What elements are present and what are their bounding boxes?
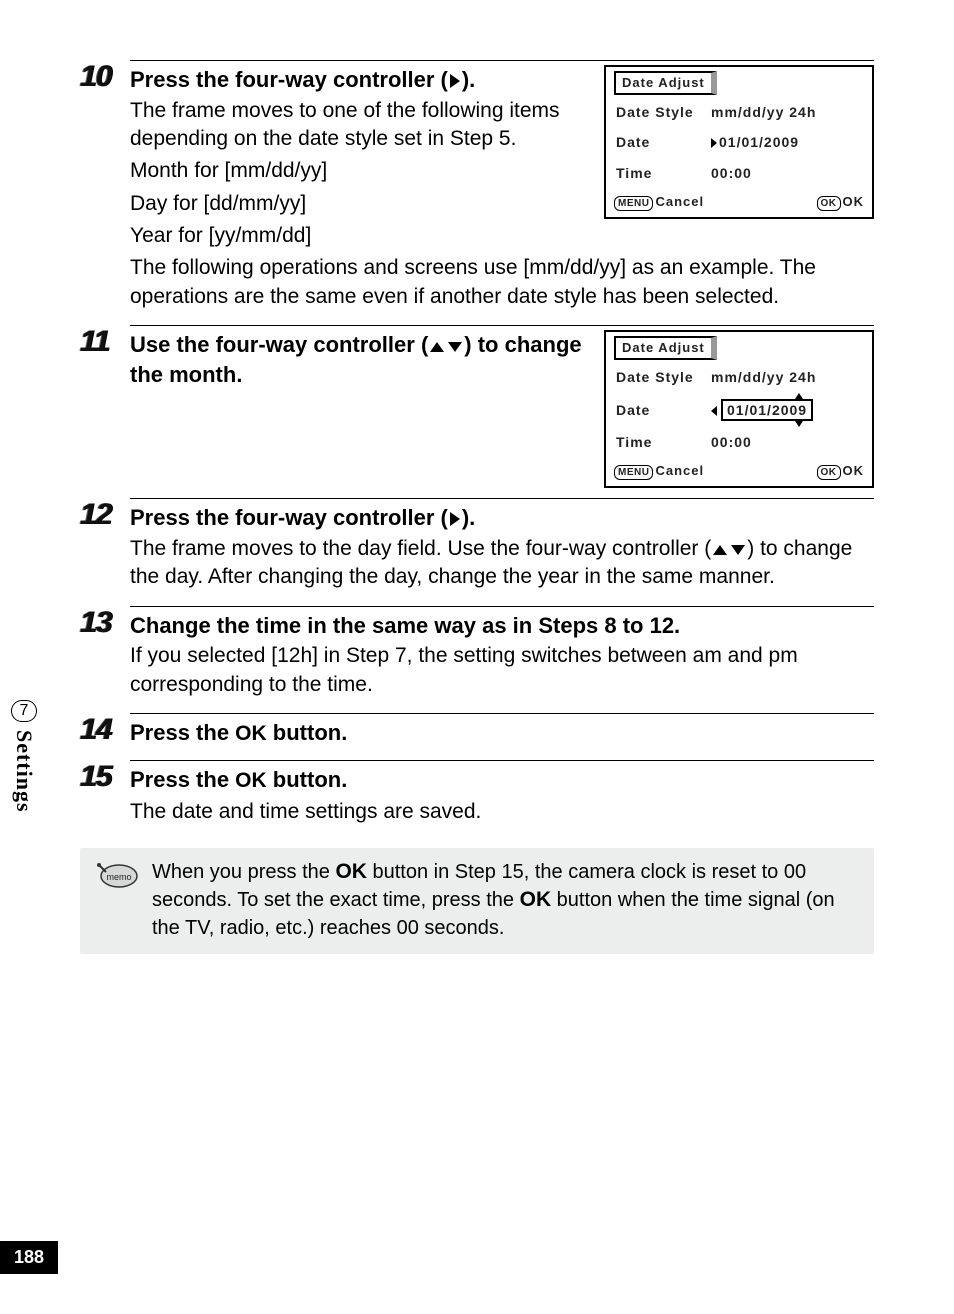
- lcd-date-label: Date: [616, 133, 711, 152]
- ok-label: OK: [235, 769, 267, 792]
- step-list-item: Year for [yy/mm/dd]: [130, 222, 874, 250]
- lcd-date-style-value: mm/dd/yy 24h: [711, 368, 862, 387]
- step-text: If you selected [12h] in Step 7, the set…: [130, 642, 874, 699]
- step-title: Press the OK button.: [130, 718, 874, 748]
- down-arrow-icon: [731, 545, 745, 555]
- step-text: The frame moves to the day field. Use th…: [130, 535, 874, 592]
- cursor-left-icon: [711, 401, 719, 420]
- step-number: 13: [80, 606, 130, 703]
- step-title: Press the four-way controller ().: [130, 503, 874, 533]
- down-arrow-icon: [448, 342, 462, 352]
- lcd-ok: OKOK: [817, 193, 865, 211]
- step-text: The date and time settings are saved.: [130, 798, 874, 826]
- lcd-time-label: Time: [616, 164, 711, 183]
- up-arrow-icon: [713, 545, 727, 555]
- step-11: 11 Use the four-way controller () to cha…: [80, 325, 874, 488]
- lcd-date-style-label: Date Style: [616, 368, 711, 387]
- step-number: 15: [80, 760, 130, 830]
- memo-text: When you press the OK button in Step 15,…: [152, 858, 860, 942]
- step-15: 15 Press the OK button. The date and tim…: [80, 760, 874, 830]
- step-text: The following operations and screens use…: [130, 254, 874, 311]
- step-title: Press the OK button.: [130, 765, 874, 795]
- memo-icon: memo: [94, 858, 140, 942]
- lcd-date-value: 01/01/2009: [711, 133, 862, 152]
- menu-button-icon: MENU: [614, 196, 653, 211]
- lcd-time-value: 00:00: [711, 433, 862, 452]
- right-arrow-icon: [450, 512, 460, 526]
- lcd-ok: OKOK: [817, 462, 865, 480]
- step-number: 12: [80, 498, 130, 595]
- step-number: 14: [80, 713, 130, 750]
- lcd-screen-step11: Date Adjust Date Style mm/dd/yy 24h Date: [604, 330, 874, 488]
- lcd-date-style-label: Date Style: [616, 103, 711, 122]
- ok-button-icon: OK: [817, 196, 841, 211]
- up-caret-icon: [795, 393, 803, 399]
- step-13: 13 Change the time in the same way as in…: [80, 606, 874, 703]
- step-10: 10 Date Adjust Date Style mm/dd/yy 24h D…: [80, 60, 874, 315]
- ok-label: OK: [335, 860, 367, 883]
- ok-button-icon: OK: [817, 465, 841, 480]
- step-title: Change the time in the same way as in St…: [130, 611, 874, 641]
- lcd-cancel: MENUCancel: [614, 462, 704, 480]
- lcd-date-value: 01/01/2009: [711, 399, 862, 422]
- lcd-time-value: 00:00: [711, 164, 862, 183]
- step-title: Use the four-way controller () to change…: [130, 330, 592, 389]
- lcd-title: Date Adjust: [614, 336, 717, 360]
- lcd-cancel: MENUCancel: [614, 193, 704, 211]
- lcd-title: Date Adjust: [614, 71, 717, 95]
- up-arrow-icon: [430, 342, 444, 352]
- menu-button-icon: MENU: [614, 465, 653, 480]
- page-number: 188: [0, 1241, 58, 1274]
- down-caret-icon: [795, 421, 803, 427]
- cursor-right-icon: [711, 133, 719, 152]
- ok-label: OK: [520, 888, 552, 911]
- step-number: 11: [80, 325, 130, 488]
- lcd-date-label: Date: [616, 401, 711, 420]
- step-14: 14 Press the OK button.: [80, 713, 874, 750]
- svg-text:memo: memo: [106, 872, 131, 882]
- memo-note: memo When you press the OK button in Ste…: [80, 848, 874, 954]
- right-arrow-icon: [450, 74, 460, 88]
- ok-label: OK: [235, 722, 267, 745]
- lcd-screen-step10: Date Adjust Date Style mm/dd/yy 24h Date…: [604, 65, 874, 219]
- lcd-date-style-value: mm/dd/yy 24h: [711, 103, 862, 122]
- step-12: 12 Press the four-way controller (). The…: [80, 498, 874, 595]
- step-number: 10: [80, 60, 130, 315]
- lcd-time-label: Time: [616, 433, 711, 452]
